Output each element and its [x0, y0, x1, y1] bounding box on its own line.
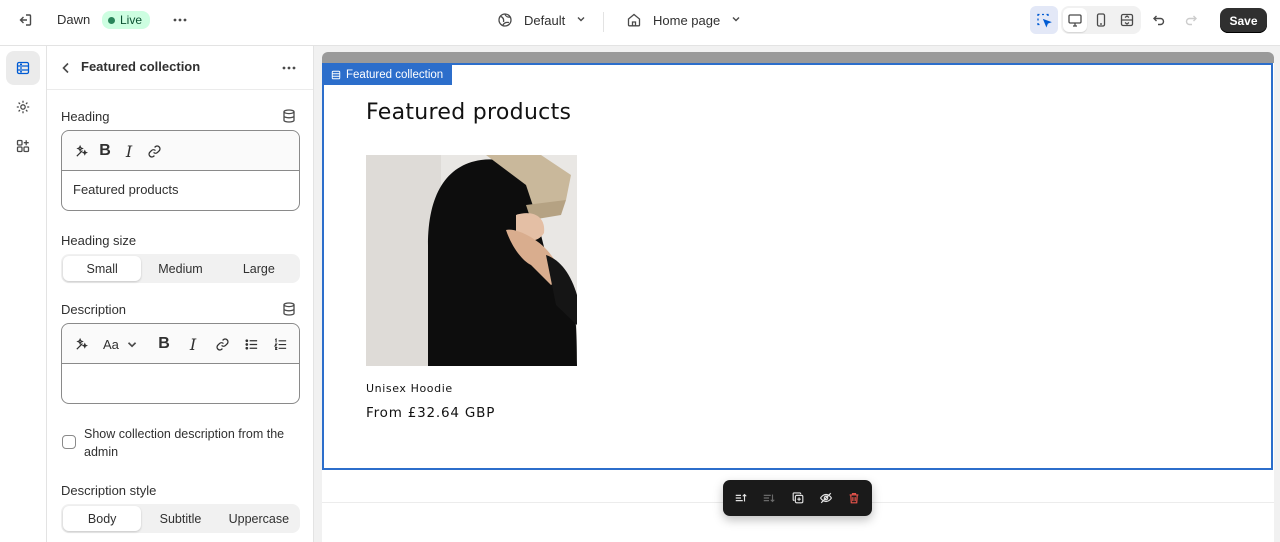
delete-icon[interactable] [840, 484, 868, 512]
theme-icon [496, 6, 514, 34]
sections-icon[interactable] [6, 51, 40, 85]
status-badge-label: Live [120, 13, 143, 27]
status-dot [108, 16, 115, 24]
duplicate-icon[interactable] [783, 484, 811, 512]
collection-heading: Featured products [366, 100, 572, 125]
product-name[interactable]: Unisex Hoodie [366, 382, 453, 395]
italic-icon[interactable]: I [119, 141, 139, 161]
heading-size-segmented-control: Small Medium Large [61, 254, 300, 283]
chevron-down-icon [730, 13, 742, 28]
heading-editor-toolbar: B I [62, 131, 299, 171]
fullscreen-icon[interactable] [1115, 8, 1139, 32]
text-style-icon: Aa [103, 336, 119, 352]
device-view-toggle [1061, 6, 1141, 34]
link-icon[interactable] [144, 141, 164, 161]
description-editor: Aa B I [61, 323, 300, 404]
bold-icon[interactable]: B [95, 141, 115, 161]
description-style-uppercase[interactable]: Uppercase [220, 506, 298, 531]
heading-size-large[interactable]: Large [220, 256, 298, 281]
left-rail [0, 46, 47, 542]
home-icon [625, 6, 643, 34]
store-name: Dawn [57, 12, 91, 27]
desktop-icon[interactable] [1063, 8, 1087, 32]
heading-editor: B I Featured products [61, 130, 300, 211]
description-style-segmented-control: Body Subtitle Uppercase [61, 504, 300, 533]
heading-label: Heading [61, 109, 110, 124]
link-icon[interactable] [212, 334, 232, 354]
description-style-subtitle[interactable]: Subtitle [141, 506, 219, 531]
description-style-body[interactable]: Body [63, 506, 142, 531]
panel-header: Featured collection [47, 46, 313, 90]
back-icon[interactable] [52, 54, 80, 82]
store-preview: Featured collection Featured products Un… [322, 52, 1274, 542]
description-label: Description [61, 302, 127, 317]
text-style-dropdown[interactable]: Aa [103, 334, 139, 354]
heading-size-label: Heading size [61, 233, 137, 248]
description-style-label: Description style [61, 483, 157, 498]
save-button[interactable]: Save [1220, 8, 1267, 33]
product-price: From £32.64 GBP [366, 405, 496, 421]
dynamic-source-icon[interactable] [281, 108, 297, 124]
section-tag[interactable]: Featured collection [323, 64, 453, 85]
show-description-label: Show collection description from the adm… [84, 427, 285, 459]
previous-section-edge [322, 52, 1274, 63]
gear-icon[interactable] [6, 90, 40, 124]
theme-select-label: Default [524, 12, 566, 28]
product-image[interactable] [366, 155, 577, 366]
section-action-toolbar [723, 480, 872, 516]
redo-icon[interactable] [1177, 6, 1205, 34]
undo-icon[interactable] [1145, 6, 1173, 34]
ai-sparkle-icon[interactable] [71, 141, 91, 161]
heading-size-small[interactable]: Small [63, 256, 142, 281]
hide-icon[interactable] [812, 484, 840, 512]
page-select-label: Home page [653, 12, 721, 28]
bold-icon[interactable]: B [154, 334, 174, 354]
exit-icon[interactable] [11, 6, 39, 34]
heading-size-medium[interactable]: Medium [141, 256, 219, 281]
page-selector[interactable]: Home page [625, 6, 742, 34]
top-bar: Dawn Live Default Home page Save [0, 0, 1280, 46]
italic-icon[interactable]: I [183, 334, 203, 354]
divider [603, 12, 604, 32]
theme-selector[interactable]: Default [496, 6, 587, 34]
numbered-list-icon[interactable] [270, 334, 290, 354]
more-options-icon[interactable] [166, 6, 194, 34]
chevron-down-icon [575, 13, 587, 28]
description-input[interactable] [62, 364, 299, 386]
description-editor-toolbar: Aa B I [62, 324, 299, 364]
heading-input[interactable]: Featured products [62, 171, 299, 208]
more-options-icon[interactable] [275, 54, 303, 82]
section-tag-label: Featured collection [346, 68, 444, 81]
bullet-list-icon[interactable] [241, 334, 261, 354]
move-up-icon[interactable] [727, 484, 755, 512]
settings-panel: Featured collection Heading B I Featured… [47, 46, 314, 542]
mobile-icon[interactable] [1089, 8, 1113, 32]
dynamic-source-icon[interactable] [281, 301, 297, 317]
live-status-badge: Live [102, 11, 151, 29]
move-down-icon[interactable] [755, 484, 783, 512]
inspector-select-icon[interactable] [1030, 6, 1058, 34]
chevron-down-icon [127, 341, 137, 347]
show-description-checkbox[interactable] [62, 435, 76, 449]
sections-icon [331, 70, 341, 79]
panel-title: Featured collection [81, 59, 201, 74]
ai-sparkle-icon[interactable] [71, 334, 91, 354]
apps-icon[interactable] [6, 129, 40, 163]
